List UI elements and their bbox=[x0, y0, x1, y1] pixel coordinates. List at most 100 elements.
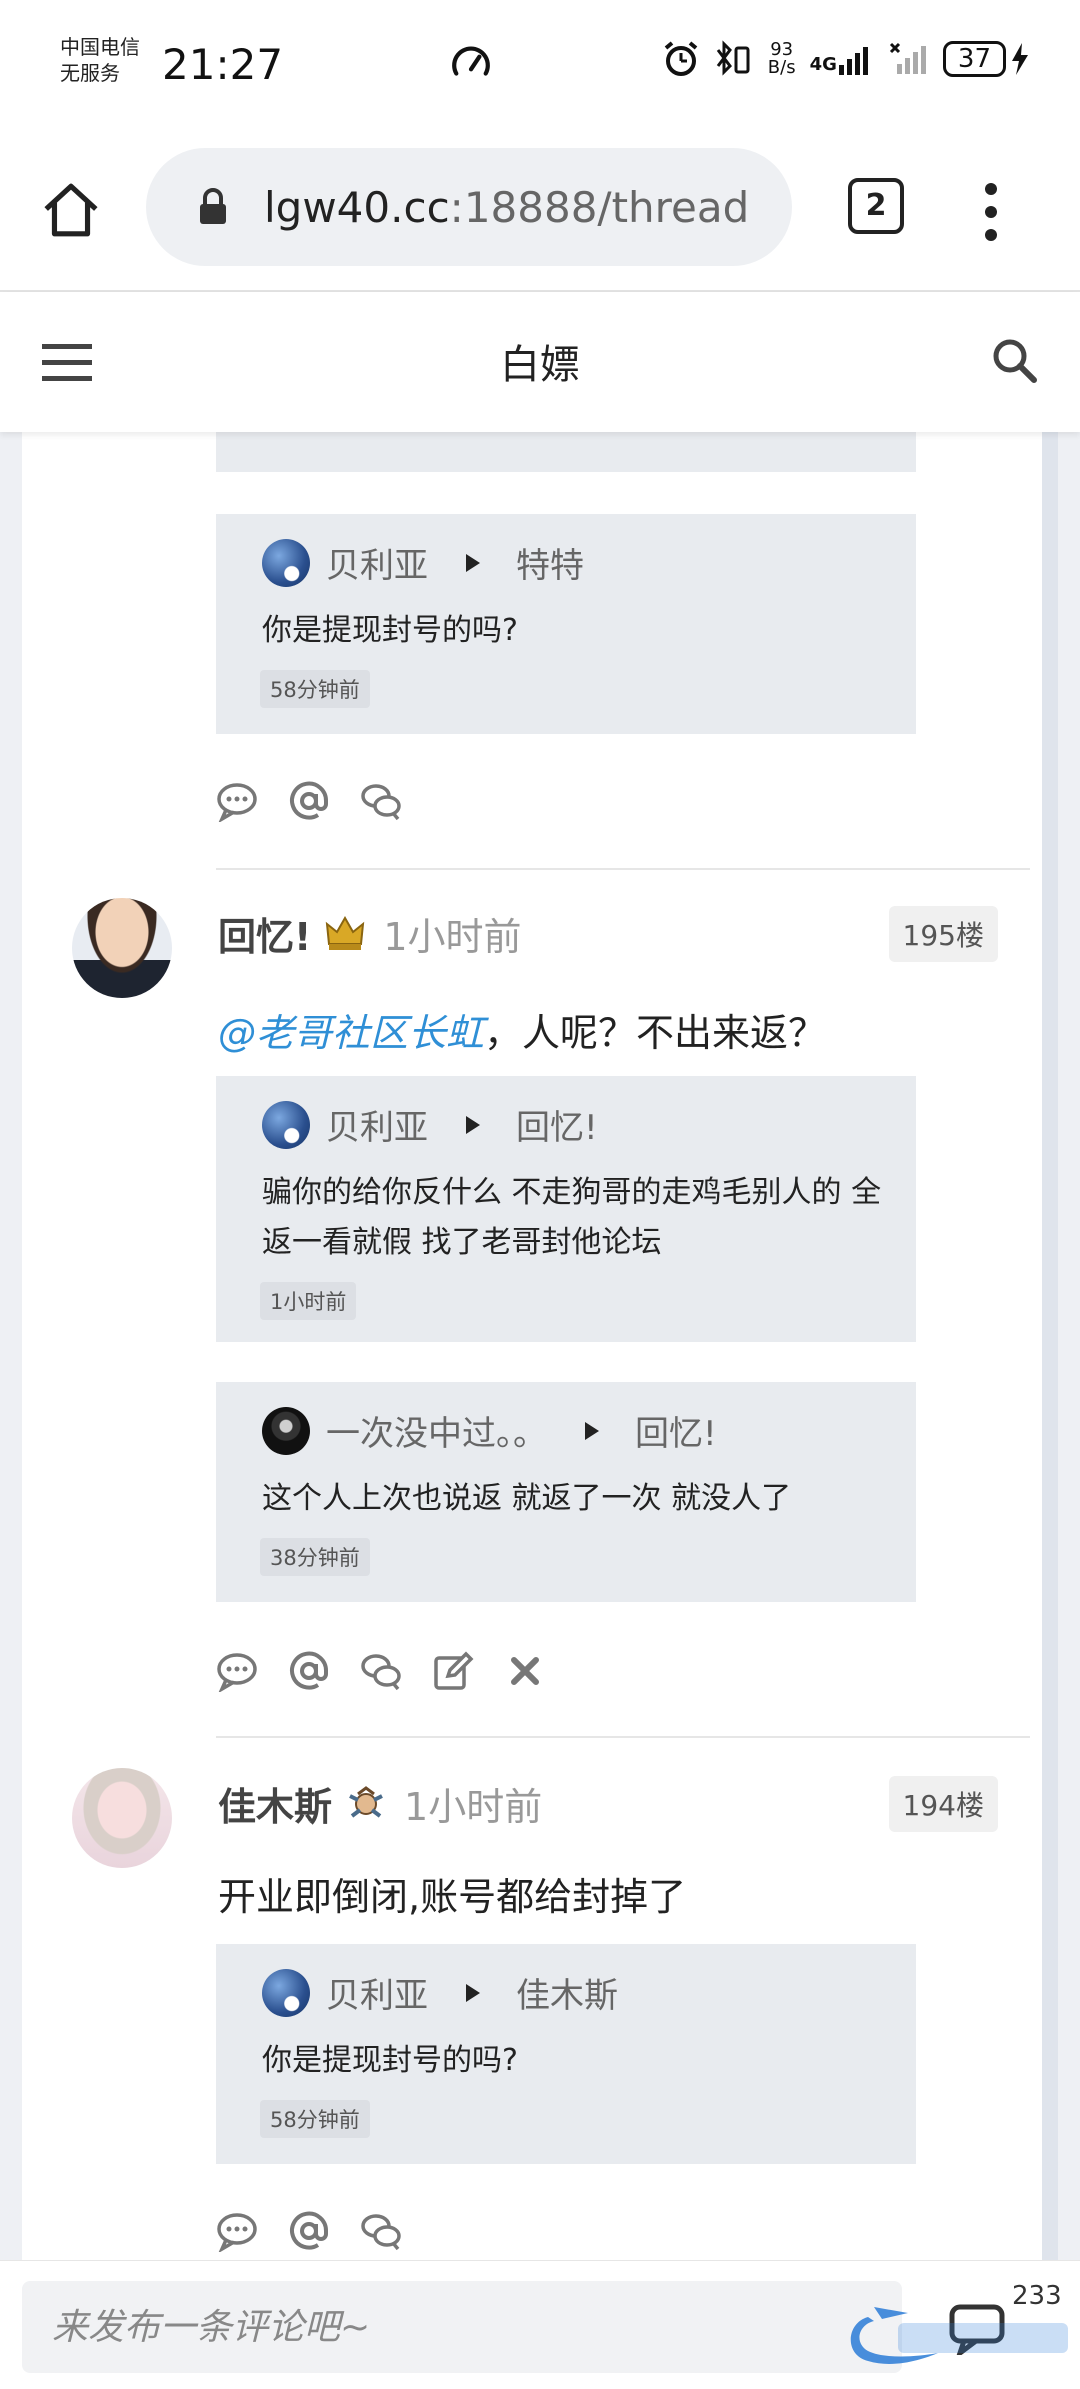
post-header: 佳木斯 1小时前 bbox=[218, 1776, 542, 1831]
mention-icon[interactable] bbox=[288, 1650, 330, 1692]
address-bar[interactable]: lgw40.cc:18888/thread bbox=[146, 148, 792, 266]
reply-box-cutoff bbox=[216, 432, 916, 472]
discussion-icon[interactable] bbox=[360, 1650, 402, 1692]
reply-box[interactable]: 一次没中过。。 回忆! 这个人上次也说返 就返了一次 就没人了 38分钟前 bbox=[216, 1382, 916, 1602]
search-icon[interactable] bbox=[990, 336, 1038, 384]
reply-text: 骗你的给你反什么 不走狗哥的走鸡毛别人的 全 返一看就假 找了老哥封他论坛 bbox=[262, 1168, 881, 1268]
mention-icon[interactable] bbox=[288, 2210, 330, 2252]
reply-author[interactable]: 贝利亚 bbox=[326, 538, 428, 587]
delete-icon[interactable] bbox=[504, 1650, 546, 1692]
reply-target[interactable]: 佳木斯 bbox=[516, 1968, 618, 2017]
comment-icon[interactable] bbox=[216, 780, 258, 822]
warrior-badge-icon bbox=[349, 1785, 383, 1818]
floor-badge: 194楼 bbox=[888, 1776, 998, 1832]
scrollbar[interactable] bbox=[1042, 432, 1058, 2260]
crown-badge-icon bbox=[326, 915, 365, 950]
url-host: lgw40.cc bbox=[264, 182, 450, 232]
post-time: 1小时前 bbox=[383, 915, 522, 959]
reply-time: 58分钟前 bbox=[260, 670, 370, 708]
comment-thread: 贝利亚 特特 你是提现封号的吗? 58分钟前 回忆! 1小时前 195楼 @老哥… bbox=[22, 432, 1058, 2260]
app-header: 白嫖 bbox=[0, 292, 1080, 432]
bluetooth-vibrate-icon bbox=[716, 40, 750, 76]
reply-author[interactable]: 贝利亚 bbox=[326, 1100, 428, 1149]
post-author[interactable]: 佳木斯 bbox=[218, 1776, 332, 1831]
speedometer-icon bbox=[452, 46, 490, 76]
more-menu-icon[interactable] bbox=[984, 182, 998, 242]
home-icon[interactable] bbox=[40, 178, 102, 240]
avatar[interactable] bbox=[262, 538, 310, 587]
post-author[interactable]: 回忆! bbox=[218, 906, 311, 961]
alarm-icon bbox=[664, 41, 698, 76]
reply-target[interactable]: 特特 bbox=[516, 538, 584, 587]
reply-header: 一次没中过。。 回忆! bbox=[262, 1406, 717, 1455]
mention-link[interactable]: @老哥社区长虹 bbox=[218, 1011, 484, 1055]
tab-switcher-button[interactable]: 2 bbox=[848, 178, 904, 234]
carrier-info: 中国电信 无服务 bbox=[60, 34, 140, 86]
post-actions bbox=[216, 2210, 402, 2252]
battery: 37 bbox=[942, 41, 1030, 77]
post-body-text: ，人呢？不出来返？ bbox=[484, 1011, 827, 1055]
avatar[interactable] bbox=[72, 898, 172, 998]
post-divider bbox=[216, 868, 1030, 870]
community-logo-watermark bbox=[850, 2307, 1068, 2364]
reply-text: 你是提现封号的吗? bbox=[262, 2043, 518, 2078]
reply-time: 58分钟前 bbox=[260, 2100, 370, 2138]
signal-bars-icon bbox=[838, 47, 868, 75]
post-actions bbox=[216, 780, 402, 822]
reply-box[interactable]: 贝利亚 特特 你是提现封号的吗? 58分钟前 bbox=[216, 514, 916, 734]
reply-arrow-icon bbox=[585, 1421, 599, 1440]
post-divider bbox=[216, 1736, 1030, 1738]
avatar[interactable] bbox=[262, 1968, 310, 2017]
carrier-service: 无服务 bbox=[60, 61, 120, 85]
reply-text-line: 返一看就假 找了老哥封他论坛 bbox=[262, 1225, 662, 1260]
reply-header: 贝利亚 佳木斯 bbox=[262, 1968, 618, 2017]
status-icons: 93 B/s 4G 37 bbox=[662, 40, 1030, 78]
reply-arrow-icon bbox=[466, 1983, 480, 2002]
comment-composer: 233 bbox=[0, 2260, 1080, 2389]
reply-arrow-icon bbox=[466, 553, 480, 572]
reply-text-line: 骗你的给你反什么 不走狗哥的走鸡毛别人的 全 bbox=[262, 1175, 882, 1210]
net-speed: 93 B/s bbox=[768, 41, 796, 77]
browser-toolbar: lgw40.cc:18888/thread 2 bbox=[0, 130, 1080, 292]
url-text[interactable]: lgw40.cc:18888/thread bbox=[264, 183, 749, 232]
comment-icon[interactable] bbox=[216, 2210, 258, 2252]
charging-bolt-icon bbox=[1012, 43, 1028, 75]
net-speed-unit: B/s bbox=[767, 57, 796, 78]
reply-target[interactable]: 回忆! bbox=[516, 1100, 598, 1149]
discussion-icon[interactable] bbox=[360, 2210, 402, 2252]
url-path: :18888/thread bbox=[449, 182, 750, 232]
avatar[interactable] bbox=[262, 1100, 310, 1149]
comment-icon[interactable] bbox=[216, 1650, 258, 1692]
comment-input[interactable] bbox=[22, 2281, 902, 2373]
reply-time: 1小时前 bbox=[260, 1282, 357, 1320]
reply-header: 贝利亚 特特 bbox=[262, 538, 584, 587]
carrier-name: 中国电信 bbox=[60, 35, 140, 59]
avatar[interactable] bbox=[72, 1768, 172, 1868]
reply-header: 贝利亚 回忆! bbox=[262, 1100, 598, 1149]
reply-time: 38分钟前 bbox=[260, 1538, 370, 1576]
network-type: 4G bbox=[809, 54, 837, 75]
post-time: 1小时前 bbox=[404, 1785, 543, 1829]
reply-target[interactable]: 回忆! bbox=[635, 1406, 717, 1455]
discussion-icon[interactable] bbox=[360, 780, 402, 822]
reply-text: 这个人上次也说返 就返了一次 就没人了 bbox=[262, 1481, 792, 1516]
floor-badge: 195楼 bbox=[888, 906, 998, 962]
lock-icon bbox=[200, 188, 226, 224]
reply-box[interactable]: 贝利亚 佳木斯 你是提现封号的吗? 58分钟前 bbox=[216, 1944, 916, 2164]
edit-icon[interactable] bbox=[432, 1650, 474, 1692]
signal-4g: 4G bbox=[810, 43, 875, 75]
reply-author[interactable]: 贝利亚 bbox=[326, 1968, 428, 2017]
post-actions bbox=[216, 1650, 546, 1692]
avatar[interactable] bbox=[262, 1406, 310, 1455]
reply-author[interactable]: 一次没中过。。 bbox=[326, 1406, 547, 1455]
reply-box[interactable]: 贝利亚 回忆! 骗你的给你反什么 不走狗哥的走鸡毛别人的 全 返一看就假 找了老… bbox=[216, 1076, 916, 1342]
reply-text: 你是提现封号的吗? bbox=[262, 613, 518, 648]
post-header: 回忆! 1小时前 bbox=[218, 906, 522, 961]
post-body: @老哥社区长虹，人呢？不出来返？ bbox=[218, 1002, 826, 1057]
clock: 21:27 bbox=[162, 40, 284, 89]
reply-arrow-icon bbox=[466, 1115, 480, 1134]
page-title: 白嫖 bbox=[500, 342, 580, 388]
mention-icon[interactable] bbox=[288, 780, 330, 822]
status-bar: 中国电信 无服务 21:27 93 B/s 4G 37 bbox=[0, 0, 1080, 130]
no-signal-icon bbox=[889, 42, 926, 74]
